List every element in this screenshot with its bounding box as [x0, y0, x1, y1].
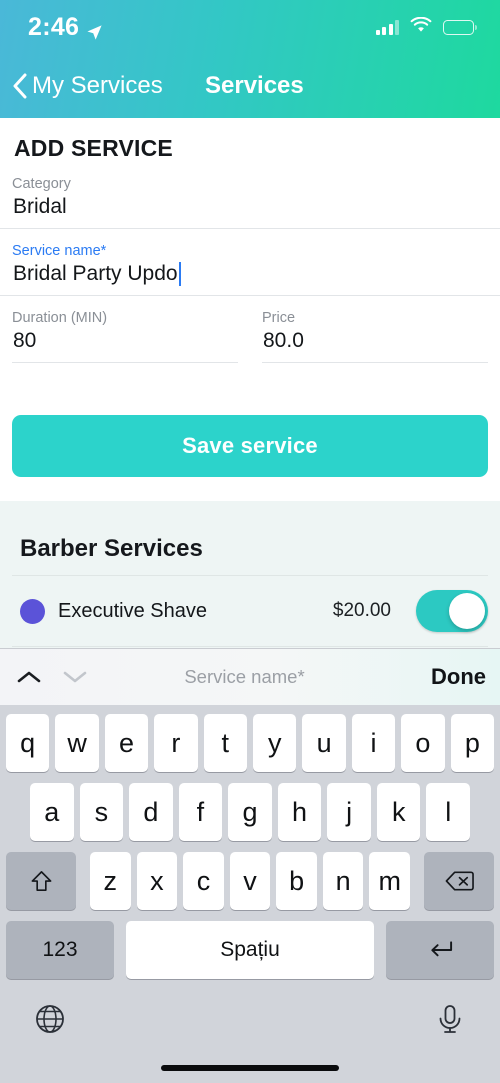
- chevron-left-icon: [12, 73, 28, 99]
- save-service-button[interactable]: Save service: [12, 415, 488, 477]
- key-g[interactable]: g: [228, 783, 272, 841]
- category-label: Category: [12, 176, 71, 192]
- key-j[interactable]: j: [327, 783, 371, 841]
- price-label: Price: [262, 310, 296, 326]
- key-v[interactable]: v: [229, 852, 271, 910]
- key-c[interactable]: c: [183, 852, 224, 910]
- category-field[interactable]: Category Bridal: [0, 162, 500, 228]
- key-k[interactable]: k: [376, 783, 421, 841]
- keyboard: Service name* Done qwertyuiop asdfghjkl …: [0, 648, 500, 1083]
- duration-field[interactable]: Duration (MIN) 80: [12, 296, 250, 363]
- service-name-input[interactable]: Bridal Party Updo: [13, 262, 178, 286]
- location-arrow-icon: [86, 19, 103, 40]
- status-bar-left: 2:46: [28, 13, 103, 42]
- service-color-dot: [20, 598, 45, 624]
- key-e[interactable]: e: [104, 714, 149, 772]
- service-name-field[interactable]: Service name* Bridal Party Updo: [0, 229, 500, 295]
- keyboard-row-4: 123 Spațiu: [3, 921, 497, 979]
- list-item[interactable]: Executive Shave $20.00: [12, 576, 488, 646]
- accessory-field-label: Service name*: [184, 666, 305, 687]
- service-name-label: Executive Shave: [58, 599, 207, 622]
- phone-screen: 2:46 My Services Services ADD SERVICE Ca…: [0, 0, 500, 1083]
- back-button[interactable]: My Services: [0, 72, 163, 100]
- key-d[interactable]: d: [129, 783, 173, 841]
- service-name-label: Service name*: [12, 243, 107, 259]
- service-name-value-wrap: Bridal Party Updo: [12, 259, 488, 295]
- app-header: 2:46 My Services Services: [0, 0, 500, 118]
- clock-label: 2:46: [28, 12, 80, 41]
- done-button[interactable]: Done: [419, 664, 486, 690]
- key-m[interactable]: m: [369, 852, 411, 910]
- cellular-bars-icon: [375, 19, 399, 35]
- keyboard-row-2: asdfghjkl: [3, 783, 497, 841]
- key-s[interactable]: s: [79, 783, 124, 841]
- key-n[interactable]: n: [322, 852, 364, 910]
- duration-label: Duration (MIN): [12, 310, 108, 326]
- key-l[interactable]: l: [426, 783, 471, 841]
- battery-low-icon: [443, 19, 478, 35]
- key-o[interactable]: o: [401, 714, 445, 772]
- key-x[interactable]: x: [136, 852, 178, 910]
- key-z[interactable]: z: [90, 852, 131, 910]
- shift-key[interactable]: [6, 852, 76, 910]
- service-enabled-toggle[interactable]: [416, 590, 488, 632]
- keyboard-row-3: zxcvbnm: [3, 852, 497, 910]
- key-h[interactable]: h: [277, 783, 322, 841]
- barber-services-section: Barber Services Executive Shave $20.00: [0, 501, 500, 669]
- key-t[interactable]: t: [203, 714, 247, 772]
- navigation-bar: My Services Services: [0, 54, 500, 118]
- key-w[interactable]: w: [55, 714, 99, 772]
- price-field[interactable]: Price 80.0: [250, 296, 488, 363]
- text-cursor: [178, 262, 181, 286]
- numbers-key[interactable]: 123: [6, 921, 114, 979]
- backspace-key[interactable]: [424, 852, 494, 910]
- field-divider: [262, 362, 488, 363]
- keyboard-keys: qwertyuiop asdfghjkl zxcvbnm 123 Spațiu: [0, 705, 500, 1083]
- form-heading: ADD SERVICE: [14, 135, 173, 161]
- key-i[interactable]: i: [351, 714, 396, 772]
- keyboard-bottom-bar: [3, 990, 497, 1083]
- key-a[interactable]: a: [29, 783, 74, 841]
- keyboard-row-1: qwertyuiop: [3, 714, 497, 772]
- return-key[interactable]: [386, 921, 494, 979]
- key-q[interactable]: q: [5, 714, 50, 772]
- category-value: Bridal: [13, 195, 67, 218]
- add-service-form: ADD SERVICE Category Bridal Service name…: [0, 118, 500, 501]
- price-input[interactable]: 80.0: [262, 326, 488, 362]
- chevron-up-icon[interactable]: [14, 667, 44, 687]
- page-title: Services: [205, 72, 304, 99]
- keyboard-accessory-bar: Service name* Done: [0, 648, 500, 705]
- duration-price-row: Duration (MIN) 80 Price 80.0: [0, 296, 500, 363]
- save-button-wrap: Save service: [0, 363, 500, 501]
- key-u[interactable]: u: [302, 714, 346, 772]
- status-bar-right: [375, 16, 478, 38]
- key-r[interactable]: r: [154, 714, 198, 772]
- back-button-label: My Services: [32, 72, 163, 99]
- key-p[interactable]: p: [450, 714, 495, 772]
- space-key[interactable]: Spațiu: [126, 921, 374, 979]
- key-b[interactable]: b: [276, 852, 317, 910]
- field-divider: [12, 362, 238, 363]
- section-title: Barber Services: [20, 535, 203, 562]
- microphone-icon[interactable]: [433, 1002, 467, 1036]
- service-price-label: $20.00: [332, 600, 391, 621]
- key-f[interactable]: f: [178, 783, 223, 841]
- key-y[interactable]: y: [253, 714, 297, 772]
- duration-input[interactable]: 80: [12, 326, 238, 362]
- globe-icon[interactable]: [33, 1002, 67, 1036]
- status-bar: 2:46: [0, 0, 500, 54]
- wifi-icon: [410, 16, 432, 38]
- home-indicator: [161, 1065, 339, 1071]
